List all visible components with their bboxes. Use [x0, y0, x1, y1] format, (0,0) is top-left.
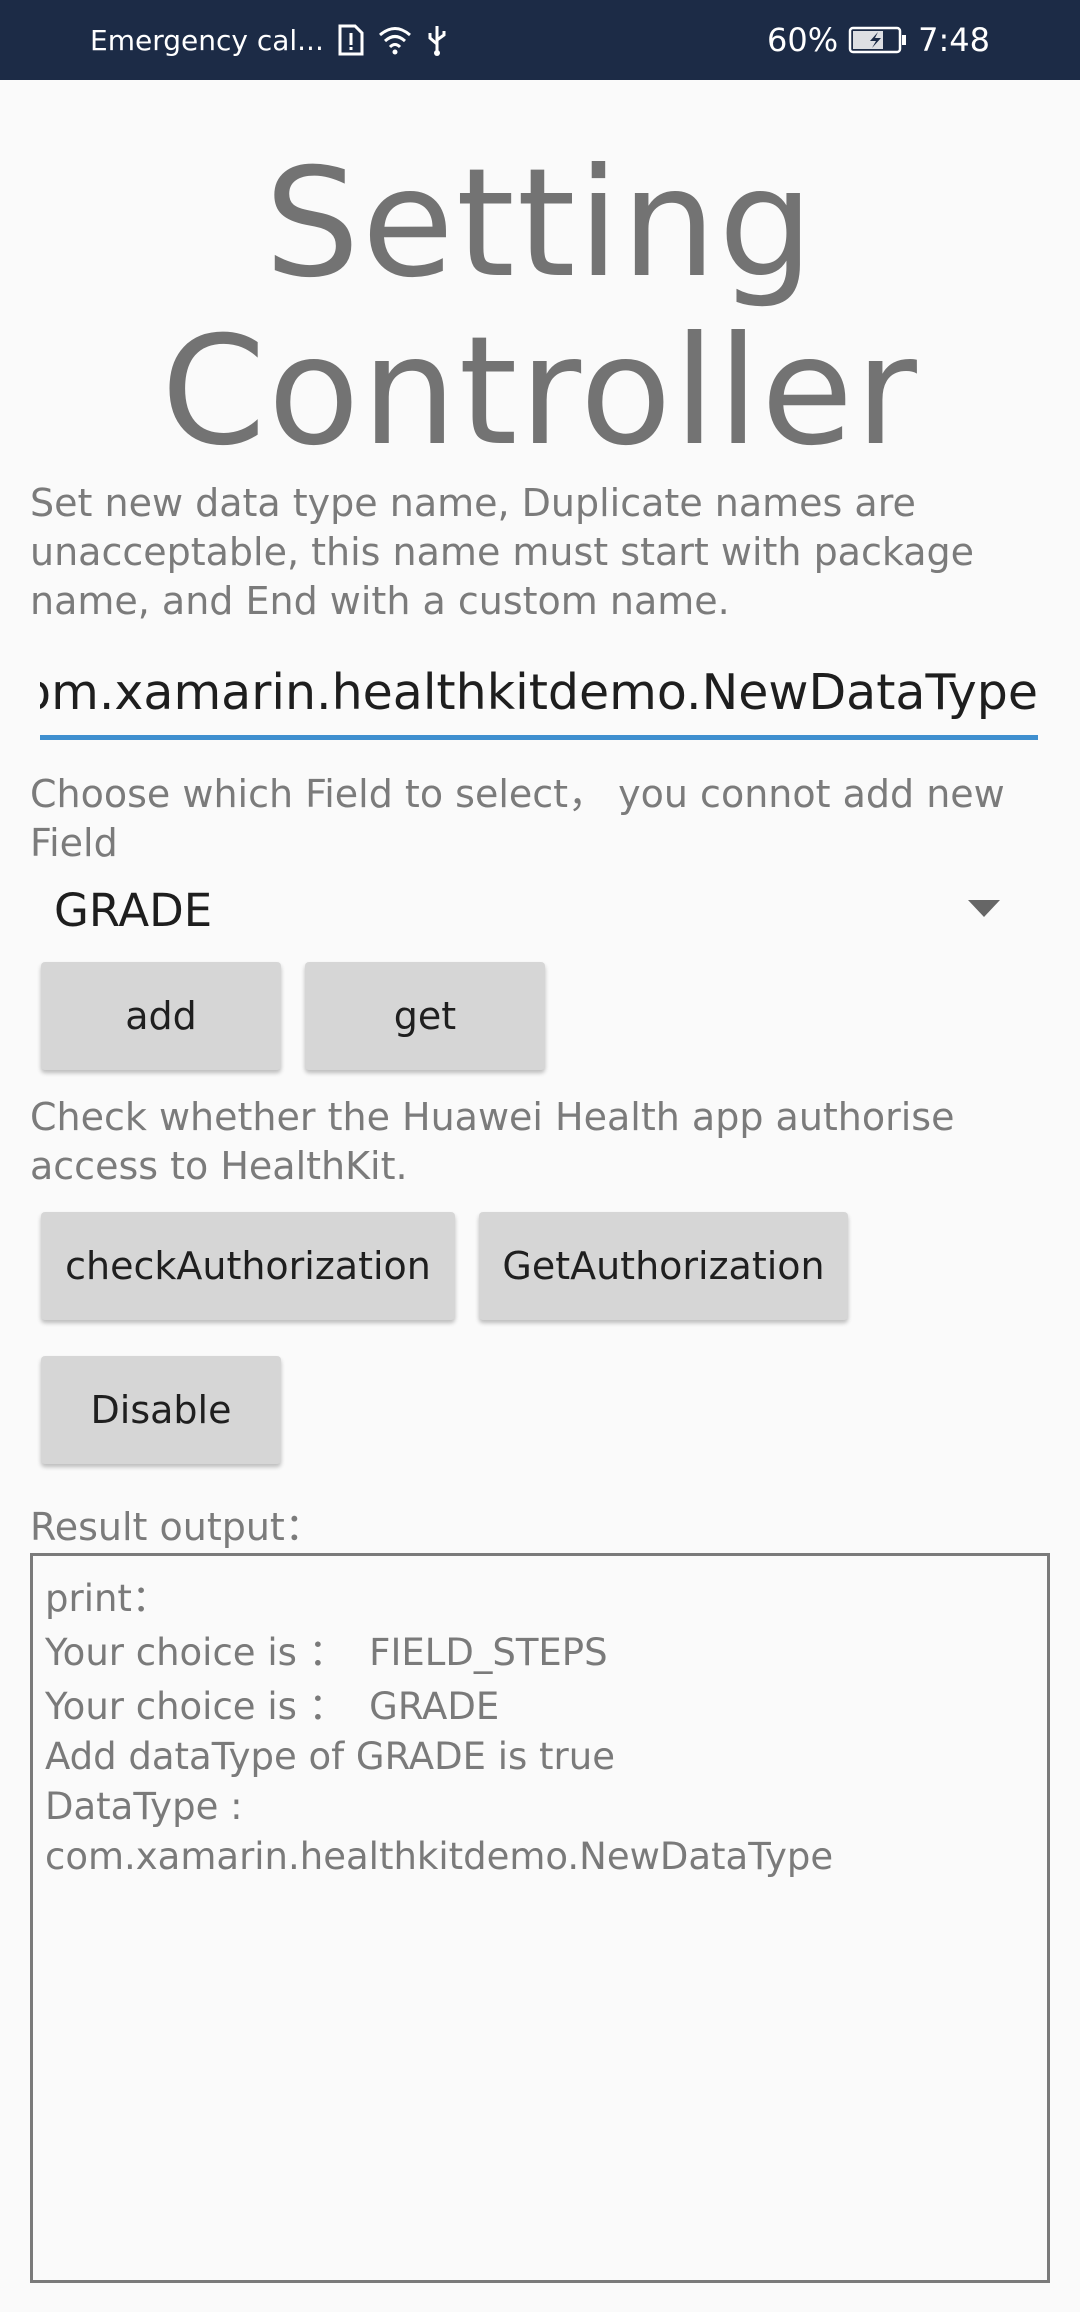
sim-alert-icon — [338, 24, 364, 56]
get-authorization-button[interactable]: GetAuthorization — [479, 1212, 848, 1320]
check-authorization-button[interactable]: checkAuthorization — [41, 1212, 455, 1320]
disable-button[interactable]: Disable — [41, 1356, 281, 1464]
field-description: Choose which Field to select， you connot… — [30, 772, 1005, 865]
battery-charging-icon — [848, 26, 908, 54]
result-line: Your choice is ： GRADE — [45, 1685, 500, 1728]
dropdown-arrow-icon — [968, 900, 1000, 917]
field-select-value: GRADE — [54, 883, 213, 937]
result-line: DataType : — [45, 1785, 243, 1828]
result-line: print： — [45, 1577, 169, 1620]
usb-icon — [426, 24, 448, 56]
page-title-line1: Setting — [264, 137, 816, 311]
clock: 7:48 — [918, 21, 990, 59]
battery-percent: 60% — [767, 21, 839, 59]
wifi-icon — [378, 25, 412, 55]
result-line: com.xamarin.healthkitdemo.NewDataType — [45, 1835, 834, 1878]
carrier-text: Emergency cal... — [90, 23, 324, 57]
status-bar: Emergency cal... 60% 7:48 — [0, 0, 1080, 80]
datatype-name-input[interactable] — [40, 650, 1038, 740]
result-line: Your choice is ： FIELD_STEPS — [45, 1631, 608, 1674]
authorization-description: Check whether the Huawei Health app auth… — [30, 1095, 955, 1188]
field-select[interactable]: GRADE — [30, 870, 1020, 950]
datatype-description: Set new data type name, Duplicate names … — [30, 481, 974, 623]
status-bar-right: 60% 7:48 — [767, 0, 990, 80]
result-output-label: Result output： — [30, 1505, 323, 1549]
add-button[interactable]: add — [41, 962, 281, 1070]
page-title-line2: Controller — [161, 305, 919, 479]
status-bar-left: Emergency cal... — [90, 0, 448, 80]
page-title: Setting Controller — [0, 140, 1080, 476]
get-button[interactable]: get — [305, 962, 545, 1070]
result-line: Add dataType of GRADE is true — [45, 1735, 615, 1778]
result-output-box[interactable]: print： Your choice is ： FIELD_STEPS Your… — [30, 1553, 1050, 2283]
